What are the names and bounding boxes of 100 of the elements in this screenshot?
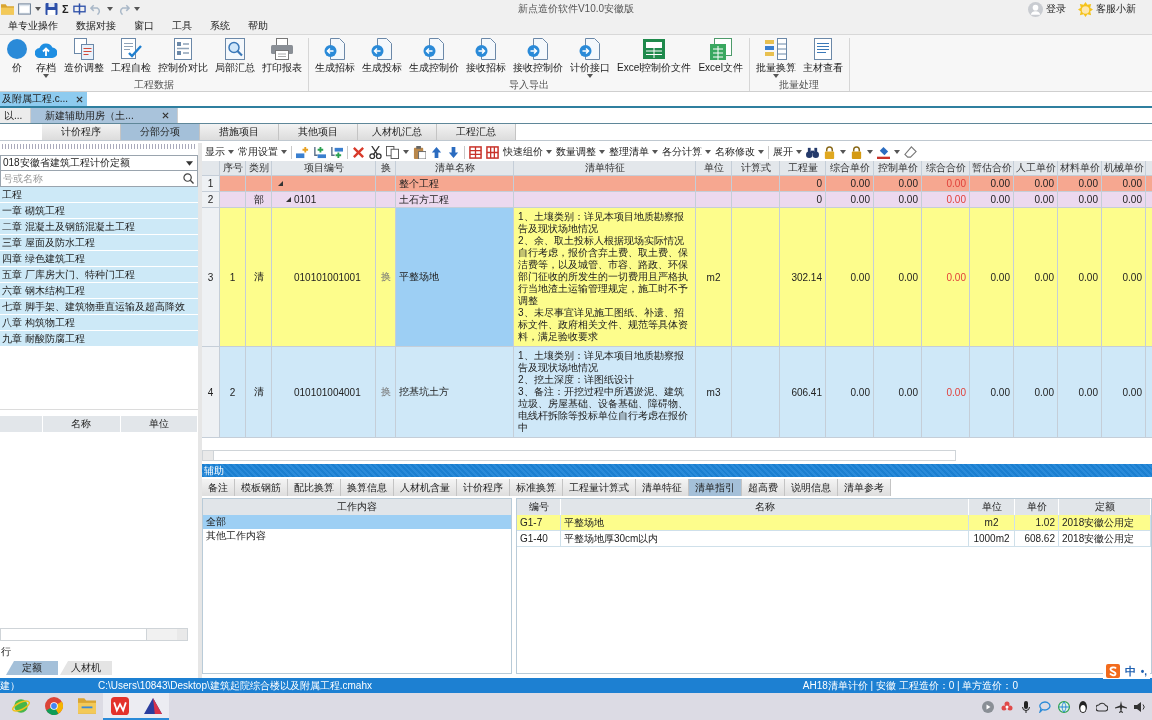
expanded-icon[interactable] — [278, 181, 283, 186]
menu-item[interactable]: 帮助 — [248, 19, 268, 33]
ribbon-button[interactable]: Excel控制价文件 — [614, 38, 695, 79]
panel-tab[interactable]: 工程量计算式 — [563, 479, 636, 496]
panel-tab[interactable]: 人材机 — [60, 661, 112, 675]
ribbon-button[interactable]: 接收招标 — [463, 38, 509, 79]
table-cell[interactable]: 整个工程 — [396, 176, 514, 191]
chapter-item[interactable]: 四章 绿色建筑工程 — [0, 251, 198, 267]
chapter-item[interactable]: 工程 — [0, 187, 198, 203]
ribbon-button[interactable]: 局部汇总 — [212, 38, 258, 79]
ribbon-button[interactable]: Excel文件 — [695, 38, 746, 79]
sum-button[interactable]: Σ — [62, 3, 69, 15]
ribbon-button[interactable]: 造价调整 — [61, 38, 107, 79]
window-icon[interactable] — [18, 3, 31, 15]
module-tab[interactable]: 分部分项 — [121, 124, 200, 140]
airplane-icon[interactable] — [1115, 700, 1127, 713]
panel-tab[interactable]: 配比换算 — [288, 479, 341, 496]
scissors-icon[interactable] — [369, 145, 382, 159]
chat-icon[interactable] — [1039, 700, 1051, 713]
module-tab[interactable]: 措施项目 — [200, 124, 279, 140]
toolbar-menu[interactable]: 名称修改 — [715, 145, 764, 159]
ribbon-button[interactable]: 生成投标 — [359, 38, 405, 79]
menu-item[interactable]: 窗口 — [134, 19, 154, 33]
ribbon-button[interactable]: 生成招标 — [312, 38, 358, 79]
grid-icon[interactable] — [469, 145, 482, 159]
globe-icon[interactable] — [1058, 700, 1070, 713]
column-header[interactable]: 暂估合价 — [970, 161, 1014, 175]
table-row[interactable]: 2 部 0101 土石方工程 0 0.00 0.00 0.00 0.00 0.00 0.00 0.00 — [202, 192, 1152, 208]
ribbon-button[interactable]: 批量换算 — [752, 38, 799, 79]
column-header[interactable]: 清单名称 — [396, 161, 514, 175]
document-tab[interactable]: 新建辅助用房（土... — [31, 108, 178, 123]
flower-icon[interactable] — [1001, 700, 1013, 713]
toolbar-menu[interactable]: 显示 — [205, 145, 234, 159]
chapter-item[interactable]: 二章 混凝土及钢筋混凝土工程 — [0, 219, 198, 235]
split-icon[interactable] — [72, 3, 86, 15]
column-header[interactable]: 清单特征 — [514, 161, 696, 175]
column-header[interactable]: 类别 — [246, 161, 272, 175]
ribbon-button[interactable]: 计价接口 — [567, 38, 613, 79]
column-header[interactable]: 项目编号 — [272, 161, 376, 175]
chapter-item[interactable]: 七章 脚手架、建筑物垂直运输及超高降效 — [0, 299, 198, 315]
ribbon-button[interactable]: 价 — [3, 38, 31, 79]
binoculars-icon[interactable] — [806, 145, 819, 159]
panel-tab[interactable]: 模板钢筋 — [235, 479, 288, 496]
lock-icon[interactable] — [850, 145, 863, 159]
arrow-up-icon[interactable] — [430, 145, 443, 159]
panel-tab[interactable]: 超高费 — [742, 479, 785, 496]
column-header[interactable]: 综合合价 — [922, 161, 970, 175]
column-header[interactable]: 单位 — [696, 161, 732, 175]
speaker-icon[interactable] — [1134, 700, 1146, 713]
table-row[interactable] — [202, 208, 1152, 347]
module-tab[interactable]: 工程汇总 — [437, 124, 516, 140]
ribbon-button[interactable]: 接收控制价 — [510, 38, 566, 79]
document-tab[interactable]: 及附属工程.c... — [0, 92, 88, 106]
toolbar-menu[interactable]: 各分计算 — [662, 145, 711, 159]
chapter-item[interactable]: 九章 耐酸防腐工程 — [0, 331, 198, 347]
toolbar-menu[interactable]: 常用设置 — [238, 145, 287, 159]
menu-item[interactable]: 数据对接 — [76, 19, 116, 33]
ime-mode[interactable]: 中 — [1124, 663, 1136, 679]
search-field[interactable]: 号或名称 — [0, 171, 198, 187]
play-icon[interactable] — [982, 700, 994, 713]
table-row[interactable]: 4 2 清 010101004001 换 挖基坑土方 1、土壤类别：详见本项目地质勘察报告及现状场地情况 2、挖土深度：详图纸设计 3、备注：开挖过程中所遇淤泥、建筑垃圾、房屋基础、设备基础、障碍物、电线杆拆除等投标单位自行考虑在报价中 m3 606.41 0.00 0.00 0.00 0.00 0.00 0.00 0.00 — [202, 347, 1152, 438]
login-button[interactable]: 登录 — [1028, 1, 1066, 17]
table-row[interactable]: G1-7 平整场地 m2 1.02 2018安徽公用定 — [517, 515, 1151, 531]
column-header[interactable]: 控制单价 — [874, 161, 922, 175]
table-cell[interactable]: 平整场地 — [396, 208, 514, 346]
resize-grip[interactable] — [2, 144, 196, 149]
table-row[interactable]: G1-40 平整场地厚30cm以内 1000m2 608.62 2018安徽公用定 — [517, 531, 1151, 547]
ribbon-button[interactable]: 生成控制价 — [406, 38, 462, 79]
panel-tab[interactable]: 计价程序 — [457, 479, 510, 496]
column-header[interactable]: 机械单价 — [1102, 161, 1146, 175]
close-icon[interactable] — [76, 95, 84, 103]
chapter-item[interactable]: 三章 屋面及防水工程 — [0, 235, 198, 251]
search-icon[interactable] — [183, 173, 194, 184]
column-header[interactable]: 序号 — [220, 161, 246, 175]
fill-color-icon[interactable] — [877, 145, 890, 159]
panel-tab[interactable]: 说明信息 — [785, 479, 838, 496]
panel-tab[interactable]: 人材机含量 — [394, 479, 457, 496]
column-header[interactable]: 材料单价 — [1058, 161, 1102, 175]
insert-row-icon[interactable] — [296, 145, 309, 159]
insert-child-icon[interactable] — [330, 145, 343, 159]
column-header[interactable]: 人工单价 — [1014, 161, 1058, 175]
panel-tab[interactable]: 清单参考 — [838, 479, 891, 496]
module-tab[interactable]: 人材机汇总 — [358, 124, 437, 140]
ribbon-button[interactable]: 工程自检 — [108, 38, 154, 79]
chapter-item[interactable]: 六章 钢木结构工程 — [0, 283, 198, 299]
paste-icon[interactable] — [413, 145, 426, 159]
toolbar-menu[interactable]: 整理清单 — [609, 145, 658, 159]
grid-icon[interactable] — [486, 145, 499, 159]
module-tab[interactable]: 计价程序 — [42, 124, 121, 140]
menu-item[interactable]: 系统 — [210, 19, 230, 33]
document-tab[interactable]: 以... — [0, 108, 32, 123]
panel-tab[interactable]: 清单指引 — [689, 479, 742, 496]
service-button[interactable]: 客服小新 — [1078, 1, 1136, 17]
insert-child-icon[interactable] — [313, 145, 326, 159]
chapter-item[interactable]: 五章 厂库房大门、特种门工程 — [0, 267, 198, 283]
ribbon-button[interactable]: 主材查看 — [799, 38, 846, 79]
ribbon-button[interactable]: 打印报表 — [259, 38, 305, 79]
column-header[interactable]: 计算式 — [732, 161, 780, 175]
module-tab[interactable]: 其他项目 — [279, 124, 358, 140]
toolbar-menu[interactable]: 数量调整 — [556, 145, 605, 159]
